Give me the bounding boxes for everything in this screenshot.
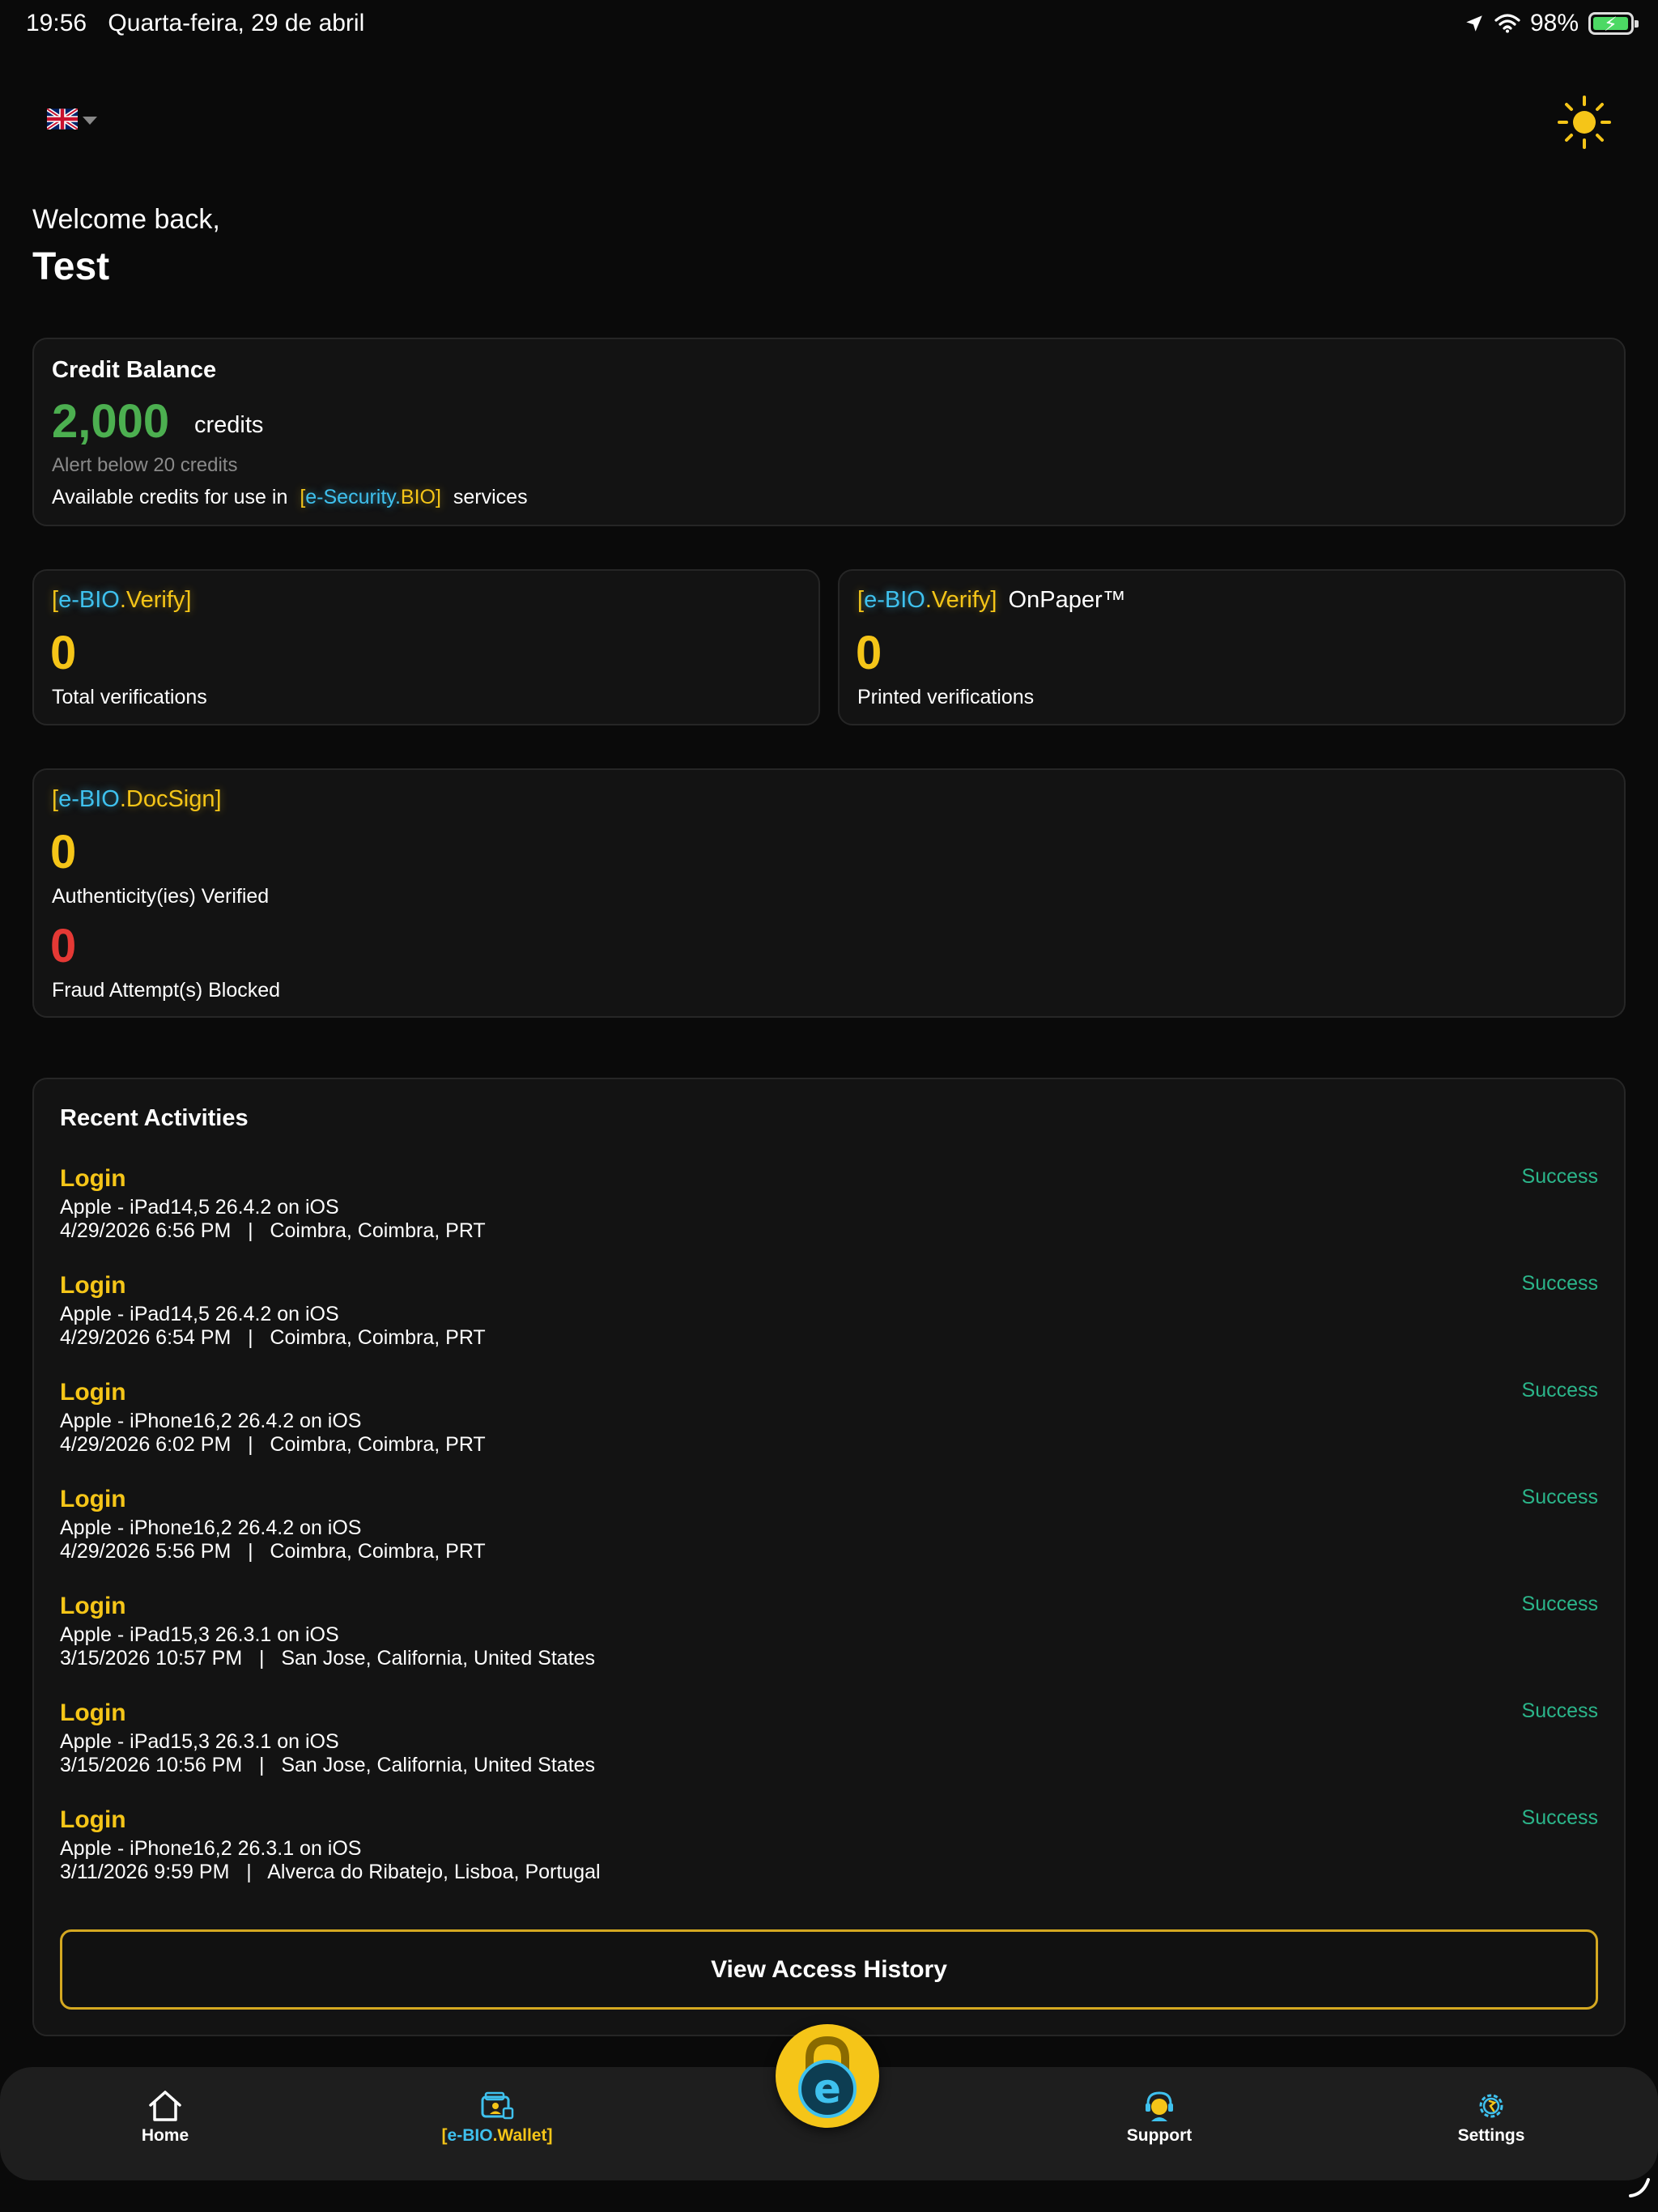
tab-support[interactable]: Support bbox=[1070, 2089, 1248, 2146]
docsign-blocked-label: Fraud Attempt(s) Blocked bbox=[52, 979, 281, 1002]
activity-status: Success bbox=[1521, 1699, 1598, 1722]
activity-status: Success bbox=[1521, 1806, 1598, 1829]
onpaper-title: [e-BIO.Verify] OnPaper™ bbox=[857, 587, 1126, 613]
docsign-blocked-count: 0 bbox=[50, 920, 77, 972]
status-time: 19:56 bbox=[26, 10, 87, 36]
activity-meta: 4/29/2026 6:02 PM | Coimbra, Coimbra, PR… bbox=[60, 1433, 486, 1456]
activity-meta: 3/11/2026 9:59 PM | Alverca do Ribatejo,… bbox=[60, 1861, 601, 1883]
activity-row[interactable]: Login Apple - iPhone16,2 26.4.2 on iOS 4… bbox=[60, 1379, 1598, 1476]
credit-balance-title: Credit Balance bbox=[52, 357, 217, 383]
tab-home[interactable]: Home bbox=[76, 2089, 254, 2146]
tab-settings-label: Settings bbox=[1457, 2126, 1525, 2145]
activity-title: Login bbox=[60, 1165, 126, 1192]
activity-device: Apple - iPad14,5 26.4.2 on iOS bbox=[60, 1196, 339, 1219]
onpaper-label: Printed verifications bbox=[857, 686, 1035, 708]
activity-status: Success bbox=[1521, 1593, 1598, 1615]
activity-meta: 3/15/2026 10:57 PM | San Jose, Californi… bbox=[60, 1647, 596, 1670]
verify-title: [e-BIO.Verify] bbox=[52, 587, 192, 613]
location-icon bbox=[1466, 15, 1482, 32]
activity-meta: 4/29/2026 6:54 PM | Coimbra, Coimbra, PR… bbox=[60, 1326, 486, 1349]
gear-icon bbox=[1479, 2094, 1503, 2118]
battery-percent: 98% bbox=[1529, 10, 1579, 36]
welcome-text: Welcome back, bbox=[32, 204, 220, 235]
credit-unit: credits bbox=[194, 412, 264, 438]
activity-title: Login bbox=[60, 1486, 126, 1512]
activity-status: Success bbox=[1521, 1486, 1598, 1508]
status-date: Quarta-feira, 29 de abril bbox=[108, 10, 365, 36]
docsign-verified-label: Authenticity(ies) Verified bbox=[52, 885, 270, 908]
activity-row[interactable]: Login Apple - iPad15,3 26.3.1 on iOS 3/1… bbox=[60, 1593, 1598, 1690]
credit-alert: Alert below 20 credits bbox=[52, 454, 238, 476]
activity-device: Apple - iPad15,3 26.3.1 on iOS bbox=[60, 1730, 339, 1753]
tab-wallet[interactable]: [e-BIO.Wallet] bbox=[408, 2089, 586, 2146]
activity-device: Apple - iPhone16,2 26.4.2 on iOS bbox=[60, 1410, 362, 1432]
verify-label: Total verifications bbox=[52, 686, 207, 708]
activity-title: Login bbox=[60, 1699, 126, 1726]
credit-description: Available credits for use in [e-Security… bbox=[52, 486, 528, 508]
center-lock-button[interactable]: e bbox=[776, 2024, 879, 2128]
view-access-history-button[interactable]: View Access History bbox=[60, 1929, 1598, 2010]
activity-status: Success bbox=[1521, 1272, 1598, 1295]
activity-device: Apple - iPhone16,2 26.4.2 on iOS bbox=[60, 1516, 362, 1539]
activity-device: Apple - iPhone16,2 26.3.1 on iOS bbox=[60, 1837, 362, 1860]
verify-count: 0 bbox=[50, 627, 77, 679]
lock-e-icon: e bbox=[798, 2035, 857, 2118]
recent-activities-title: Recent Activities bbox=[60, 1105, 249, 1131]
docsign-title: [e-BIO.DocSign] bbox=[52, 786, 222, 812]
activity-device: Apple - iPad14,5 26.4.2 on iOS bbox=[60, 1303, 339, 1325]
activity-row[interactable]: Login Apple - iPhone16,2 26.3.1 on iOS 3… bbox=[60, 1806, 1598, 1904]
activity-device: Apple - iPad15,3 26.3.1 on iOS bbox=[60, 1623, 339, 1646]
activity-meta: 4/29/2026 5:56 PM | Coimbra, Coimbra, PR… bbox=[60, 1540, 486, 1563]
svg-text:e: e bbox=[814, 2065, 841, 2112]
activity-row[interactable]: Login Apple - iPhone16,2 26.4.2 on iOS 4… bbox=[60, 1486, 1598, 1583]
battery-icon: ⚡ bbox=[1588, 12, 1639, 36]
dashboard-screen: 19:56 Quarta-feira, 29 de abril 98% ⚡ We… bbox=[0, 0, 1658, 2212]
docsign-card[interactable]: [e-BIO.DocSign] 0 Authenticity(ies) Veri… bbox=[32, 768, 1626, 1018]
onpaper-card[interactable]: [e-BIO.Verify] OnPaper™ 0 Printed verifi… bbox=[838, 569, 1626, 725]
activity-status: Success bbox=[1521, 1165, 1598, 1188]
activity-title: Login bbox=[60, 1806, 126, 1833]
activity-row[interactable]: Login Apple - iPad14,5 26.4.2 on iOS 4/2… bbox=[60, 1165, 1598, 1262]
credit-balance-card: Credit Balance 2,000 credits Alert below… bbox=[32, 338, 1626, 526]
onpaper-count: 0 bbox=[856, 627, 882, 679]
docsign-verified-count: 0 bbox=[50, 826, 77, 878]
verify-card[interactable]: [e-BIO.Verify] 0 Total verifications bbox=[32, 569, 820, 725]
tab-home-label: Home bbox=[141, 2126, 189, 2145]
activity-status: Success bbox=[1521, 1379, 1598, 1402]
activity-title: Login bbox=[60, 1593, 126, 1619]
home-icon bbox=[149, 2091, 181, 2121]
uk-flag-icon bbox=[47, 108, 78, 130]
wifi-icon bbox=[1494, 14, 1520, 33]
activity-title: Login bbox=[60, 1272, 126, 1299]
activity-title: Login bbox=[60, 1379, 126, 1406]
status-bar: 19:56 Quarta-feira, 29 de abril 98% ⚡ bbox=[0, 0, 1658, 52]
support-icon bbox=[1146, 2091, 1173, 2121]
tab-support-label: Support bbox=[1126, 2126, 1192, 2145]
tab-settings[interactable]: Settings bbox=[1402, 2089, 1580, 2146]
activity-row[interactable]: Login Apple - iPad15,3 26.3.1 on iOS 3/1… bbox=[60, 1699, 1598, 1797]
wallet-icon bbox=[481, 2091, 514, 2120]
sun-icon[interactable] bbox=[1556, 94, 1613, 151]
language-selector[interactable] bbox=[47, 108, 97, 130]
activity-row[interactable]: Login Apple - iPad14,5 26.4.2 on iOS 4/2… bbox=[60, 1272, 1598, 1369]
tab-wallet-label: [e-BIO.Wallet] bbox=[441, 2126, 553, 2145]
chevron-down-icon bbox=[83, 116, 97, 125]
home-indicator-icon bbox=[1629, 2178, 1650, 2197]
activity-meta: 3/15/2026 10:56 PM | San Jose, Californi… bbox=[60, 1754, 596, 1776]
credit-amount: 2,000 bbox=[52, 395, 170, 448]
activity-meta: 4/29/2026 6:56 PM | Coimbra, Coimbra, PR… bbox=[60, 1219, 486, 1242]
user-name: Test bbox=[32, 245, 110, 288]
